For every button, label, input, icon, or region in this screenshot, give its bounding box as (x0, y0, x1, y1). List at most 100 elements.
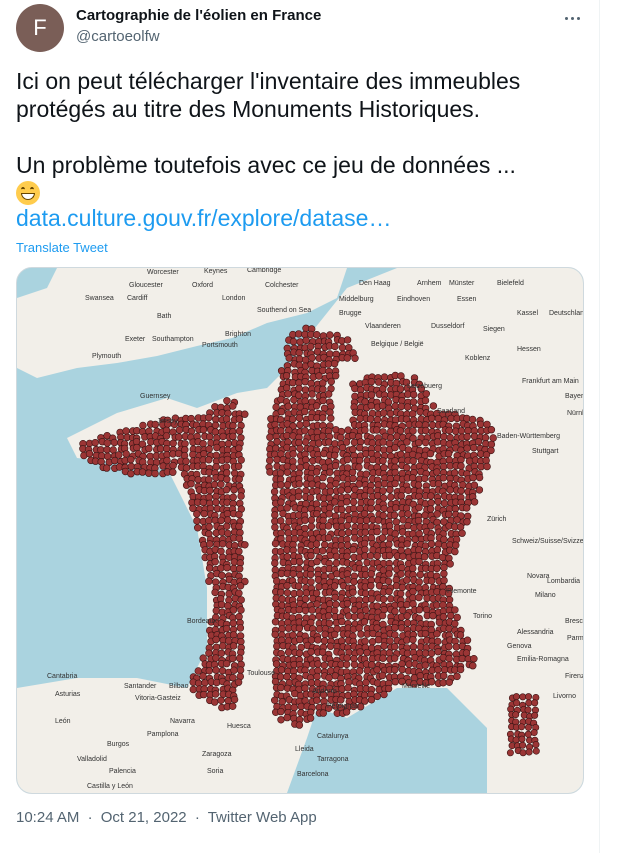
tweet-metadata: 10:24 AM · Oct 21, 2022 · Twitter Web Ap… (16, 809, 321, 826)
monument-dot (464, 426, 472, 435)
monument-dot (187, 480, 195, 488)
monument-dot (362, 606, 370, 614)
monument-dot (338, 444, 347, 452)
monument-dot (350, 578, 358, 586)
monument-dot (349, 545, 357, 554)
monument-dot (302, 487, 310, 495)
monument-dot (379, 409, 388, 417)
monument-dot (470, 444, 478, 452)
monument-dot (122, 427, 130, 435)
monument-dot (273, 438, 281, 446)
monument-dot (319, 379, 327, 387)
monument-dot (324, 360, 333, 368)
monument-dot (463, 504, 471, 512)
monument-dot (387, 493, 395, 501)
monument-dot (235, 613, 243, 621)
monument-dot (414, 516, 423, 525)
monument-dot (343, 455, 352, 464)
monument-dot (350, 660, 359, 669)
tweet-app[interactable]: Twitter Web App (208, 809, 317, 826)
monument-dot (194, 524, 202, 532)
monument-dot (271, 511, 279, 519)
map-place-label: Koblenz (465, 355, 491, 362)
monument-dot (415, 503, 423, 512)
map-image[interactable]: Worcester Keynes Cambridge Gloucester Oxford… (16, 267, 584, 794)
monument-dot (482, 456, 490, 465)
monument-dot (301, 427, 309, 435)
monument-dot (410, 390, 418, 399)
monument-dot (513, 699, 521, 707)
map-place-label: Perpignan (327, 703, 359, 710)
monument-dot (421, 661, 429, 669)
monument-dot (463, 433, 471, 441)
monument-dot (201, 679, 209, 687)
author-handle[interactable]: @cartoeolfw (76, 28, 160, 45)
monument-dot (380, 504, 388, 513)
monument-dot (356, 414, 364, 423)
monument-dot (384, 398, 393, 406)
monument-dot (266, 433, 274, 441)
meta-separator: · (87, 809, 93, 826)
monument-dot (156, 445, 165, 453)
monument-dot (222, 659, 231, 668)
monument-dot (211, 558, 219, 566)
map-place-label: Bordeaux (187, 618, 217, 625)
monument-dot (330, 582, 339, 590)
monument-dot (379, 595, 388, 603)
monument-dot (379, 438, 387, 446)
monument-dot (302, 420, 310, 428)
monument-dot (169, 439, 177, 448)
monument-dot (223, 510, 232, 518)
monument-dot (445, 426, 453, 435)
tweet-date[interactable]: Oct 21, 2022 (101, 809, 187, 826)
monument-dot (302, 438, 310, 446)
monument-dot (420, 553, 429, 561)
monument-dot (331, 451, 339, 460)
avatar[interactable]: F (16, 4, 64, 52)
monument-dot (378, 611, 387, 620)
monument-dot (326, 468, 334, 476)
monument-dot (519, 693, 527, 701)
monument-dot (320, 637, 329, 645)
monument-dot (385, 587, 393, 596)
map-place-label: Catalunya (317, 733, 349, 740)
monument-dot (289, 378, 297, 387)
monument-dot (193, 510, 201, 518)
monument-dot (205, 475, 213, 484)
monument-dot (469, 473, 477, 482)
monument-dot (391, 402, 399, 410)
map-place-label: Essen (457, 296, 477, 303)
monument-dot (487, 426, 496, 434)
monument-dot (349, 504, 358, 513)
map-place-label: Hessen (517, 346, 541, 353)
monument-dot (189, 450, 197, 459)
monument-dot (326, 408, 334, 416)
translate-tweet-button[interactable]: Translate Tweet (16, 240, 108, 255)
monument-dot (289, 415, 297, 423)
monument-dot (211, 698, 219, 706)
author-name[interactable]: Cartographie de l'éolien en France (76, 7, 321, 24)
map-place-label: Lleida (295, 746, 314, 753)
monument-dot (470, 498, 479, 506)
more-options-button[interactable] (560, 6, 584, 30)
monument-dot (403, 619, 412, 627)
monument-dot (295, 721, 304, 729)
monument-dot (360, 510, 369, 518)
monument-dot (277, 498, 285, 506)
dataset-link[interactable]: data.culture.gouv.fr/explore/datase… (16, 205, 391, 232)
dot-icon (570, 16, 574, 20)
monument-dot (378, 402, 387, 410)
monument-dot (236, 624, 245, 632)
monument-dot (378, 671, 387, 680)
monument-dot (212, 635, 220, 644)
map-place-label: Plymouth (92, 353, 121, 360)
tweet-time[interactable]: 10:24 AM (16, 809, 79, 826)
monument-dot (295, 414, 304, 422)
monument-dot (344, 426, 352, 434)
monument-dot (403, 576, 411, 584)
monument-dot (229, 642, 238, 650)
monument-dot (325, 438, 333, 446)
monument-dot (235, 522, 243, 531)
monument-dot (453, 672, 461, 681)
monument-dot (229, 654, 237, 663)
